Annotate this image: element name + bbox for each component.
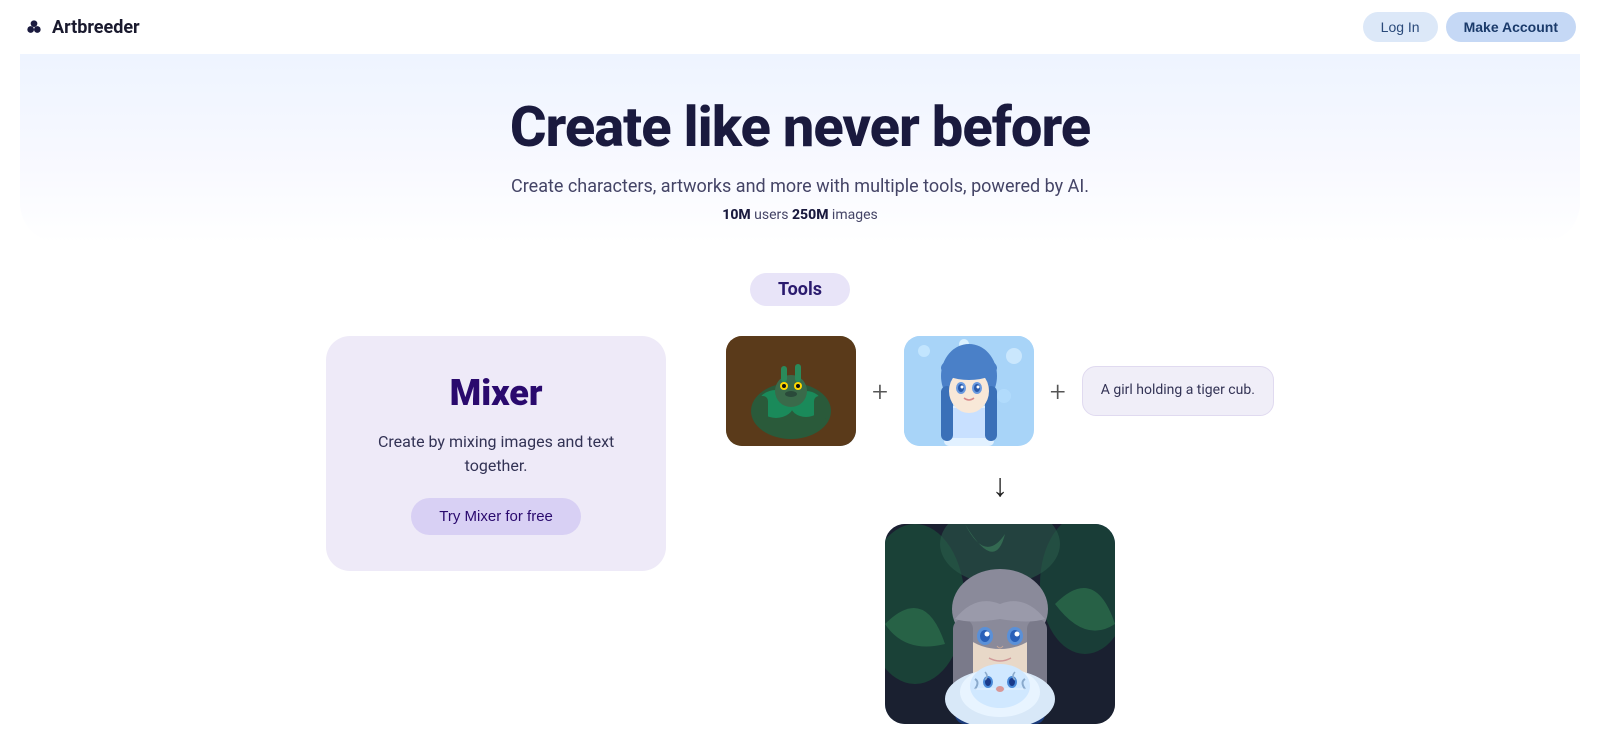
- artbreeder-logo-icon: [24, 17, 44, 37]
- mixer-title: Mixer: [366, 372, 626, 414]
- dragon-art-svg: [726, 336, 856, 446]
- tools-badge: Tools: [750, 273, 850, 306]
- mixer-description: Create by mixing images and text togethe…: [366, 430, 626, 478]
- try-mixer-button[interactable]: Try Mixer for free: [411, 498, 581, 535]
- mixer-visual: +: [726, 336, 1274, 724]
- plus-sign-1: +: [872, 375, 888, 408]
- stat-images-count: 250M: [792, 207, 828, 223]
- logo: Artbreeder: [24, 17, 140, 38]
- arrow-down: ↓: [992, 466, 1008, 504]
- hero-stats: 10M users 250M images: [40, 207, 1560, 223]
- header-actions: Log In Make Account: [1363, 12, 1576, 42]
- mixer-card: Mixer Create by mixing images and text t…: [326, 336, 666, 571]
- output-art-svg: [885, 524, 1115, 724]
- login-button[interactable]: Log In: [1363, 12, 1438, 42]
- mixer-demo: Mixer Create by mixing images and text t…: [200, 336, 1400, 724]
- animegirl-art-svg: [904, 336, 1034, 446]
- logo-text: Artbreeder: [52, 17, 140, 38]
- tools-section: Tools Mixer Create by mixing images and …: [0, 243, 1600, 734]
- stat-users-count: 10M: [722, 207, 750, 223]
- input-image-dragon: [726, 336, 856, 446]
- prompt-text: A girl holding a tiger cub.: [1101, 382, 1255, 398]
- hero-section: Create like never before Create characte…: [20, 54, 1580, 243]
- hero-title: Create like never before: [40, 94, 1560, 160]
- header: Artbreeder Log In Make Account: [0, 0, 1600, 54]
- mixer-inputs: +: [726, 336, 1274, 446]
- stat-images-label: images: [828, 207, 877, 223]
- stat-users-label: users: [751, 207, 792, 223]
- text-prompt-box: A girl holding a tiger cub.: [1082, 366, 1274, 416]
- make-account-button[interactable]: Make Account: [1446, 12, 1576, 42]
- input-image-animegirl: [904, 336, 1034, 446]
- plus-sign-2: +: [1050, 375, 1066, 408]
- hero-subtitle: Create characters, artworks and more wit…: [40, 176, 1560, 197]
- mixer-output-image: [885, 524, 1115, 724]
